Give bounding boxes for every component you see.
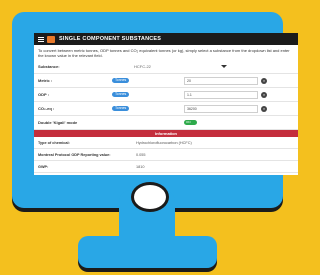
substance-select[interactable]: HCFC-22 [134, 64, 151, 69]
kigali-toggle[interactable]: ON [184, 120, 197, 125]
info-row: GWP: 1810 [34, 161, 298, 173]
info-row: Type of chemical: Hydrochlorofluorocarbo… [34, 137, 298, 149]
chevron-down-icon[interactable] [221, 65, 227, 68]
kigali-row: Double 'Kigali' mode ON [34, 116, 298, 130]
co2-row: CO₂-eq : Tonnes 36200 × [34, 102, 298, 116]
clear-co2-icon[interactable]: × [261, 105, 267, 112]
odp-label: ODP : [38, 92, 50, 97]
co2-unit-toggle[interactable]: Tonnes [112, 106, 130, 111]
substance-row: Substance: HCFC-22 [34, 60, 298, 74]
info-row: Montreal Protocol ODP Reporting value: 0… [34, 149, 298, 161]
monitor-base [78, 236, 217, 268]
info-value: Hydrochlorofluorocarbon (HCFC) [136, 140, 192, 145]
metric-label: Metric : [38, 78, 53, 83]
info-key: Montreal Protocol ODP Reporting value: [38, 152, 111, 157]
metric-unit-toggle[interactable]: Tonnes [112, 78, 130, 83]
menu-icon[interactable] [38, 36, 44, 42]
info-key: GWP: [38, 164, 49, 169]
intro-text: To convert between metric tonnes, ODP to… [38, 48, 290, 58]
metric-row: Metric : Tonnes 20 × [34, 74, 298, 88]
monitor-stand-hole [131, 182, 169, 212]
metric-input[interactable]: 20 [184, 76, 258, 85]
clear-odp-icon[interactable]: × [261, 91, 267, 98]
info-value: 0.055 [136, 152, 146, 157]
substance-label: Substance: [38, 64, 60, 69]
info-value: 1810 [136, 164, 145, 169]
odp-unit-toggle[interactable]: Tonnes [112, 92, 130, 97]
info-key: Type of chemical: [38, 140, 70, 145]
odp-input[interactable]: 1.1 [184, 90, 258, 99]
title-bar: SINGLE COMPONENT SUBSTANCES [34, 33, 298, 45]
co2-label: CO₂-eq : [38, 106, 55, 111]
information-header: Information [34, 130, 298, 137]
monitor-screen: SINGLE COMPONENT SUBSTANCES To convert b… [34, 33, 298, 175]
co2-input[interactable]: 36200 [184, 104, 258, 113]
clear-metric-icon[interactable]: × [261, 77, 267, 84]
app-logo [47, 35, 55, 43]
page-title: SINGLE COMPONENT SUBSTANCES [59, 36, 162, 42]
kigali-label: Double 'Kigali' mode [38, 120, 78, 125]
odp-row: ODP : Tonnes 1.1 × [34, 88, 298, 102]
